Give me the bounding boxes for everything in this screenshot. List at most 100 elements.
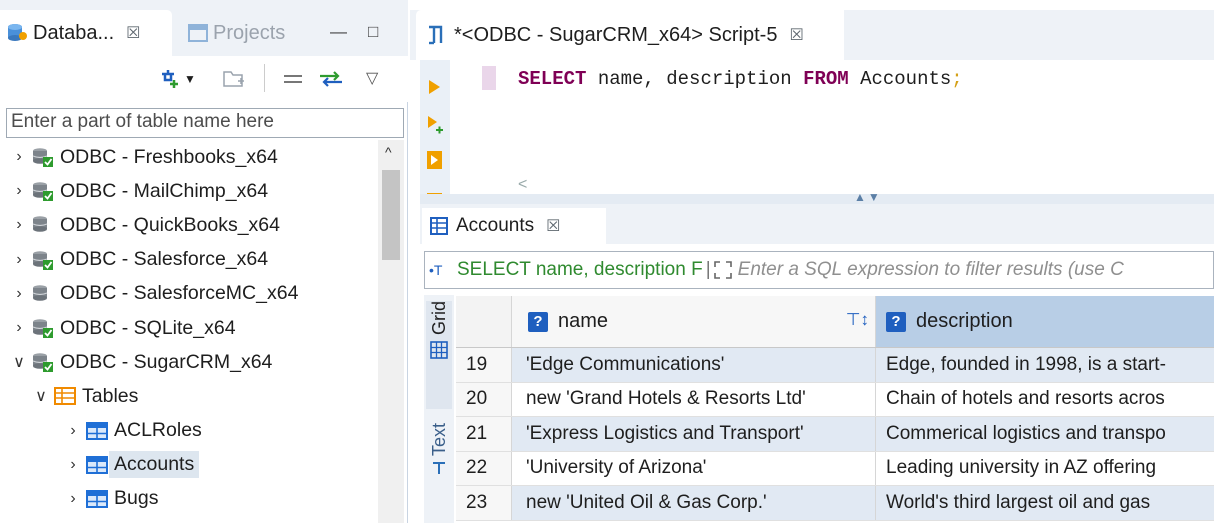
chevron-right-icon[interactable]: ›: [12, 319, 26, 337]
tree-item-label: ODBC - QuickBooks_x64: [60, 213, 280, 236]
cell-description[interactable]: Commerical logistics and transpo: [876, 417, 1214, 451]
tab-projects[interactable]: Projects: [180, 10, 310, 56]
cell-name[interactable]: 'Edge Communications': [512, 348, 876, 382]
tree-item[interactable]: › ODBC - MailChimp_x64: [0, 174, 378, 208]
tree-item-label: ACLRoles: [114, 419, 202, 442]
editor-area: *<ODBC - SugarCRM_x64> Script-5 ☒ SELECT…: [410, 0, 1214, 523]
cell-name[interactable]: new 'Grand Hotels & Resorts Ltd': [512, 382, 876, 416]
tree-item[interactable]: › ACLRoles: [0, 414, 378, 448]
panel-splitter[interactable]: ▲▼: [420, 190, 1214, 204]
execute-script-icon[interactable]: [426, 150, 444, 175]
tree-item[interactable]: › ODBC - SalesforceMC_x64: [0, 277, 378, 311]
chevron-right-icon[interactable]: ›: [12, 148, 26, 166]
cell-description[interactable]: Edge, founded in 1998, is a start-: [876, 348, 1214, 382]
column-header-description[interactable]: ? description: [876, 296, 1214, 347]
table-grid-icon: [430, 217, 448, 235]
scrollbar-thumb[interactable]: [382, 170, 400, 260]
chevron-right-icon[interactable]: ›: [12, 285, 26, 303]
close-icon[interactable]: ☒: [789, 25, 803, 45]
table-row[interactable]: 21 'Express Logistics and Transport' Comme…: [456, 417, 1214, 452]
cell-description[interactable]: World's third largest oil and gas: [876, 486, 1214, 520]
tree-item[interactable]: ∨ ODBC - SugarCRM_x64: [0, 345, 378, 379]
chevron-right-icon[interactable]: ›: [66, 422, 80, 440]
tab-database-navigator[interactable]: Databa... ☒: [0, 10, 172, 56]
tree-item[interactable]: › Accounts: [0, 448, 378, 482]
close-icon[interactable]: ☒: [546, 216, 560, 236]
view-menu-icon[interactable]: ▽: [366, 68, 378, 88]
new-folder-icon[interactable]: [222, 68, 246, 90]
collapse-all-icon[interactable]: [282, 74, 304, 84]
filter-expression-input[interactable]: Enter a SQL expression to filter results…: [738, 259, 1124, 281]
tab-grid-view[interactable]: Grid: [426, 301, 452, 409]
maximize-icon[interactable]: □: [368, 22, 378, 42]
tab-database-navigator-label: Databa...: [33, 21, 115, 44]
tree-item[interactable]: › ODBC - QuickBooks_x64: [0, 208, 378, 242]
cell-name[interactable]: new 'United Oil & Gas Corp.': [512, 486, 876, 520]
table-row[interactable]: 19 'Edge Communications' Edge, founded in …: [456, 348, 1214, 383]
connection-tree: › ODBC - Freshbooks_x64 › ODBC - MailChimp_…: [0, 140, 378, 516]
link-with-editor-icon[interactable]: [318, 70, 344, 88]
maximize-results-icon[interactable]: ▲▼: [854, 190, 882, 204]
tree-item[interactable]: › ODBC - Freshbooks_x64: [0, 140, 378, 174]
execute-new-tab-icon[interactable]: [426, 114, 444, 139]
column-header-name[interactable]: ? name ⊤↕: [512, 296, 876, 347]
unknown-type-icon: ?: [528, 311, 548, 332]
chevron-down-icon[interactable]: ∨: [12, 352, 26, 372]
connected-database-icon: [32, 180, 54, 202]
table-filter-input[interactable]: Enter a part of table name here: [6, 108, 404, 138]
table-row[interactable]: 20 new 'Grand Hotels & Resorts Ltd' Chain …: [456, 382, 1214, 417]
tab-text-view[interactable]: Text: [426, 423, 452, 503]
database-navigator-panel: Databa... ☒ Projects — □ ▼ ▽ Enter a par…: [0, 0, 408, 523]
sql-table: Accounts: [848, 68, 952, 90]
expand-icon[interactable]: [713, 261, 732, 279]
tab-accounts-results[interactable]: Accounts ☒: [422, 208, 606, 244]
left-tab-bar: Databa... ☒ Projects — □: [0, 0, 408, 56]
table-icon: [86, 489, 108, 508]
minimize-icon[interactable]: —: [330, 22, 347, 42]
tree-item-label: Accounts: [109, 451, 200, 479]
chevron-right-icon[interactable]: ›: [12, 251, 26, 269]
results-tab-bar: Accounts ☒: [420, 204, 1214, 244]
tree-item-label: Tables: [82, 384, 139, 407]
tree-item[interactable]: › ODBC - Salesforce_x64: [0, 243, 378, 277]
close-icon[interactable]: ☒: [126, 23, 140, 43]
chevron-right-icon[interactable]: ›: [66, 456, 80, 474]
tab-script-5[interactable]: *<ODBC - SugarCRM_x64> Script-5 ☒: [416, 10, 844, 60]
tree-item[interactable]: › Bugs: [0, 482, 378, 516]
tables-folder-icon: [54, 386, 76, 406]
navigator-scrollbar[interactable]: ^: [378, 140, 404, 523]
chevron-down-icon[interactable]: ∨: [34, 386, 48, 406]
table-row[interactable]: 22 'University of Arizona' Leading univers…: [456, 451, 1214, 486]
cell-name[interactable]: 'Express Logistics and Transport': [512, 417, 876, 451]
chevron-down-icon[interactable]: ▼: [184, 72, 196, 86]
scroll-left-icon[interactable]: <: [518, 176, 527, 193]
toolbar-divider: [264, 64, 265, 92]
results-grid: ? name ⊤↕ ? description 19 'Edge Communic…: [456, 296, 1214, 521]
new-connection-icon[interactable]: [158, 68, 180, 90]
tree-item-label: ODBC - Salesforce_x64: [60, 248, 269, 271]
chevron-right-icon[interactable]: ›: [12, 182, 26, 200]
tree-item-label: ODBC - SugarCRM_x64: [60, 350, 273, 373]
chevron-right-icon[interactable]: ›: [66, 490, 80, 508]
tree-item[interactable]: › ODBC - SQLite_x64: [0, 311, 378, 345]
projects-icon: [188, 23, 208, 43]
connected-database-icon: [32, 317, 54, 339]
svg-text:•T: •T: [429, 262, 443, 278]
chevron-right-icon[interactable]: ›: [12, 216, 26, 234]
cell-name[interactable]: 'University of Arizona': [512, 451, 876, 485]
cell-description[interactable]: Leading university in AZ offering: [876, 452, 1214, 486]
connected-database-icon: [32, 351, 54, 373]
query-text[interactable]: SELECT name, description F: [457, 259, 703, 281]
editor-horizontal-scrollbar[interactable]: <: [450, 176, 1214, 194]
tree-item[interactable]: ∨ Tables: [0, 379, 378, 413]
scroll-up-icon[interactable]: ^: [385, 144, 392, 160]
text-icon: [431, 460, 447, 476]
sql-statement[interactable]: SELECT name, description FROM Accounts;: [518, 68, 963, 90]
text-view-label: Text: [428, 423, 449, 457]
row-number-header: [456, 296, 512, 347]
table-row[interactable]: 23 new 'United Oil & Gas Corp.' World's th…: [456, 486, 1214, 521]
execute-statement-icon[interactable]: [426, 78, 442, 101]
sort-filter-icon[interactable]: ⊤↕: [846, 310, 869, 330]
cell-description[interactable]: Chain of hotels and resorts acros: [876, 383, 1214, 417]
column-description-label: description: [916, 310, 1013, 332]
